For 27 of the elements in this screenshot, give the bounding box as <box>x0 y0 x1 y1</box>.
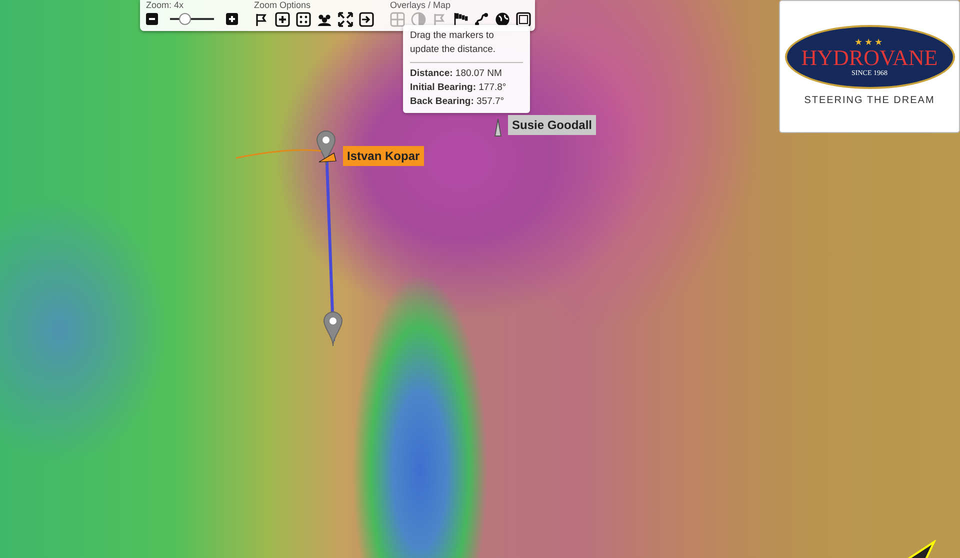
dice-icon[interactable] <box>296 12 311 26</box>
people-icon[interactable] <box>317 12 332 26</box>
boat-icon[interactable] <box>318 152 337 163</box>
brand-name: HYDROVANE <box>801 46 938 68</box>
zoom-in-button[interactable] <box>226 13 238 25</box>
measurement-text: Distance: 180.07 NM <box>410 66 503 80</box>
stars-text: ★★★ <box>854 36 884 46</box>
group-heading: Overlays / Map <box>390 0 452 10</box>
group-heading: Zoom: 4x <box>146 0 185 10</box>
boat-label[interactable]: Susie Goodall <box>508 115 596 135</box>
measurement-text: Back Bearing: 357.7° <box>410 95 506 109</box>
boat-label[interactable]: Istvan Kopar <box>343 146 424 166</box>
frame-icon[interactable] <box>516 12 531 26</box>
group-heading: Zoom Options <box>254 0 312 10</box>
hint-text: Drag the markers to update the distance. <box>410 29 497 58</box>
globe-icon[interactable] <box>495 12 510 26</box>
map-pin-icon[interactable] <box>323 311 343 347</box>
flags-icon[interactable] <box>453 12 468 26</box>
weather-map[interactable] <box>0 0 960 558</box>
flag-icon[interactable] <box>254 12 269 26</box>
slider-thumb[interactable] <box>179 13 192 25</box>
measurement-text: Initial Bearing: 177.8° <box>410 80 508 95</box>
fullscreen-icon[interactable] <box>338 12 353 26</box>
tagline-text: STEERING THE DREAM <box>804 94 935 108</box>
exit-icon[interactable] <box>359 12 374 26</box>
zoom-out-button[interactable] <box>146 13 158 25</box>
plus-icon[interactable] <box>275 12 290 26</box>
